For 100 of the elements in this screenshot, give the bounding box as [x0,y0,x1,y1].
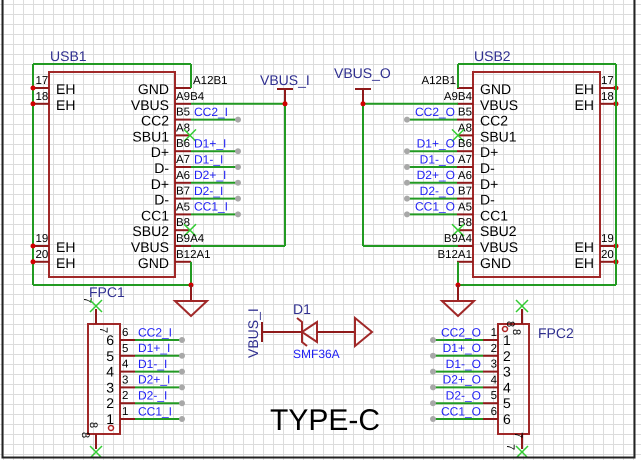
junction-dot [188,282,194,288]
wire [407,198,457,200]
pin-name: EH [574,96,594,113]
pin-number: B9A4 [444,233,472,245]
pin-line [457,87,473,89]
pin-name: 1 [503,332,511,348]
net-endpoint [430,416,436,422]
net-endpoint [430,384,436,390]
pin-line [120,386,135,388]
pin-name: D- [154,192,169,208]
net-label: CC2_I [138,325,172,340]
pin-number: 2 [122,390,128,402]
pin-number: A12B1 [193,75,228,87]
pin-number: B12A1 [437,248,472,261]
junction-dot [282,101,288,106]
pin-name: EH [56,81,76,97]
wire [191,213,238,216]
pin-name: 2 [503,348,511,364]
net-endpoint [235,148,241,154]
component-reference: D1 [293,301,311,317]
power-port-symbol [261,321,303,343]
component-value: SMF36A [293,347,340,361]
pin-line [483,386,498,388]
pin-name: 5 [106,348,114,364]
pin-line [175,245,191,247]
net-endpoint [404,211,410,218]
pin-name: CC1 [480,207,508,224]
pin-name: 3 [503,364,511,380]
pin-line [120,339,135,341]
component-reference: FPC1 [89,284,125,300]
net-label: D2-_I [194,184,224,198]
pin-line [175,150,191,152]
wire [407,182,457,184]
pin-one-marker [108,424,114,432]
no-connect-mark [515,299,529,313]
pin-number: A5 [176,201,190,214]
net-label: D2+_I [138,372,170,387]
net-label: D2+_O [442,372,481,387]
net-label: D1-_O [420,152,455,166]
junction-dot [360,101,366,106]
pin-name: EH [56,96,76,113]
net-endpoint [404,148,410,154]
pin-line [457,134,473,136]
pin-number: B6 [458,138,472,150]
wire [191,166,238,168]
junction-dot [614,259,618,264]
pin-name: CC2 [140,112,169,129]
pin-line [483,354,498,357]
net-label: D1+_I [194,136,226,150]
pin-line [175,260,191,263]
pin-name: GND [480,81,512,97]
pin-line [33,245,49,247]
net-label: D2-_O [420,184,455,198]
wire [433,418,483,420]
pin-number: 20 [601,248,614,261]
pin-number: B8 [176,217,190,230]
pin-number: A5 [458,201,472,214]
pin-name: 4 [106,364,114,380]
net-label: D2+_I [194,168,226,182]
pin-number: 3 [490,358,497,371]
pin-line [521,434,523,449]
net-endpoint [430,337,436,343]
net-endpoint [179,368,185,375]
pin-line [457,213,473,216]
net-endpoint [404,164,410,170]
wire [407,166,457,168]
pin-number: 17 [601,75,614,87]
pin-line [457,118,473,121]
net-label: D1+_O [416,136,455,150]
net-label: CC2_O [414,104,455,119]
pin-line [95,434,97,449]
power-port-label: VBUS_I [245,308,261,358]
pin-line [457,285,459,301]
ground-symbol [439,300,477,318]
pin-number: A7 [176,154,190,166]
pin-line [457,260,473,263]
pin-number: B6 [176,138,190,150]
sheet-title: TYPE-C [270,404,380,437]
pin-number: B8 [458,217,472,230]
pin-line [521,309,523,324]
pin-name: EH [574,81,594,97]
diode-symbol [296,317,318,347]
junction-dot [614,86,618,90]
junction-dot [614,244,618,248]
pin-name: D+ [480,144,498,160]
pin-number: B9A4 [176,233,204,245]
pin-number: 19 [601,233,614,245]
pin-name: SBU1 [132,128,169,144]
pin-number: 1 [490,327,497,339]
net-label: D1-_I [138,356,168,371]
net-label: D1-_I [194,152,224,166]
pin-number: A7 [458,154,472,166]
junction-dot [30,244,36,248]
net-endpoint [179,416,185,422]
net-endpoint [404,116,410,123]
pin-number: 6 [122,327,128,339]
pin-number: 4 [122,358,128,371]
pin-name: GND [138,254,169,271]
pin-name: EH [574,239,594,255]
pin-number: B7 [176,186,190,198]
